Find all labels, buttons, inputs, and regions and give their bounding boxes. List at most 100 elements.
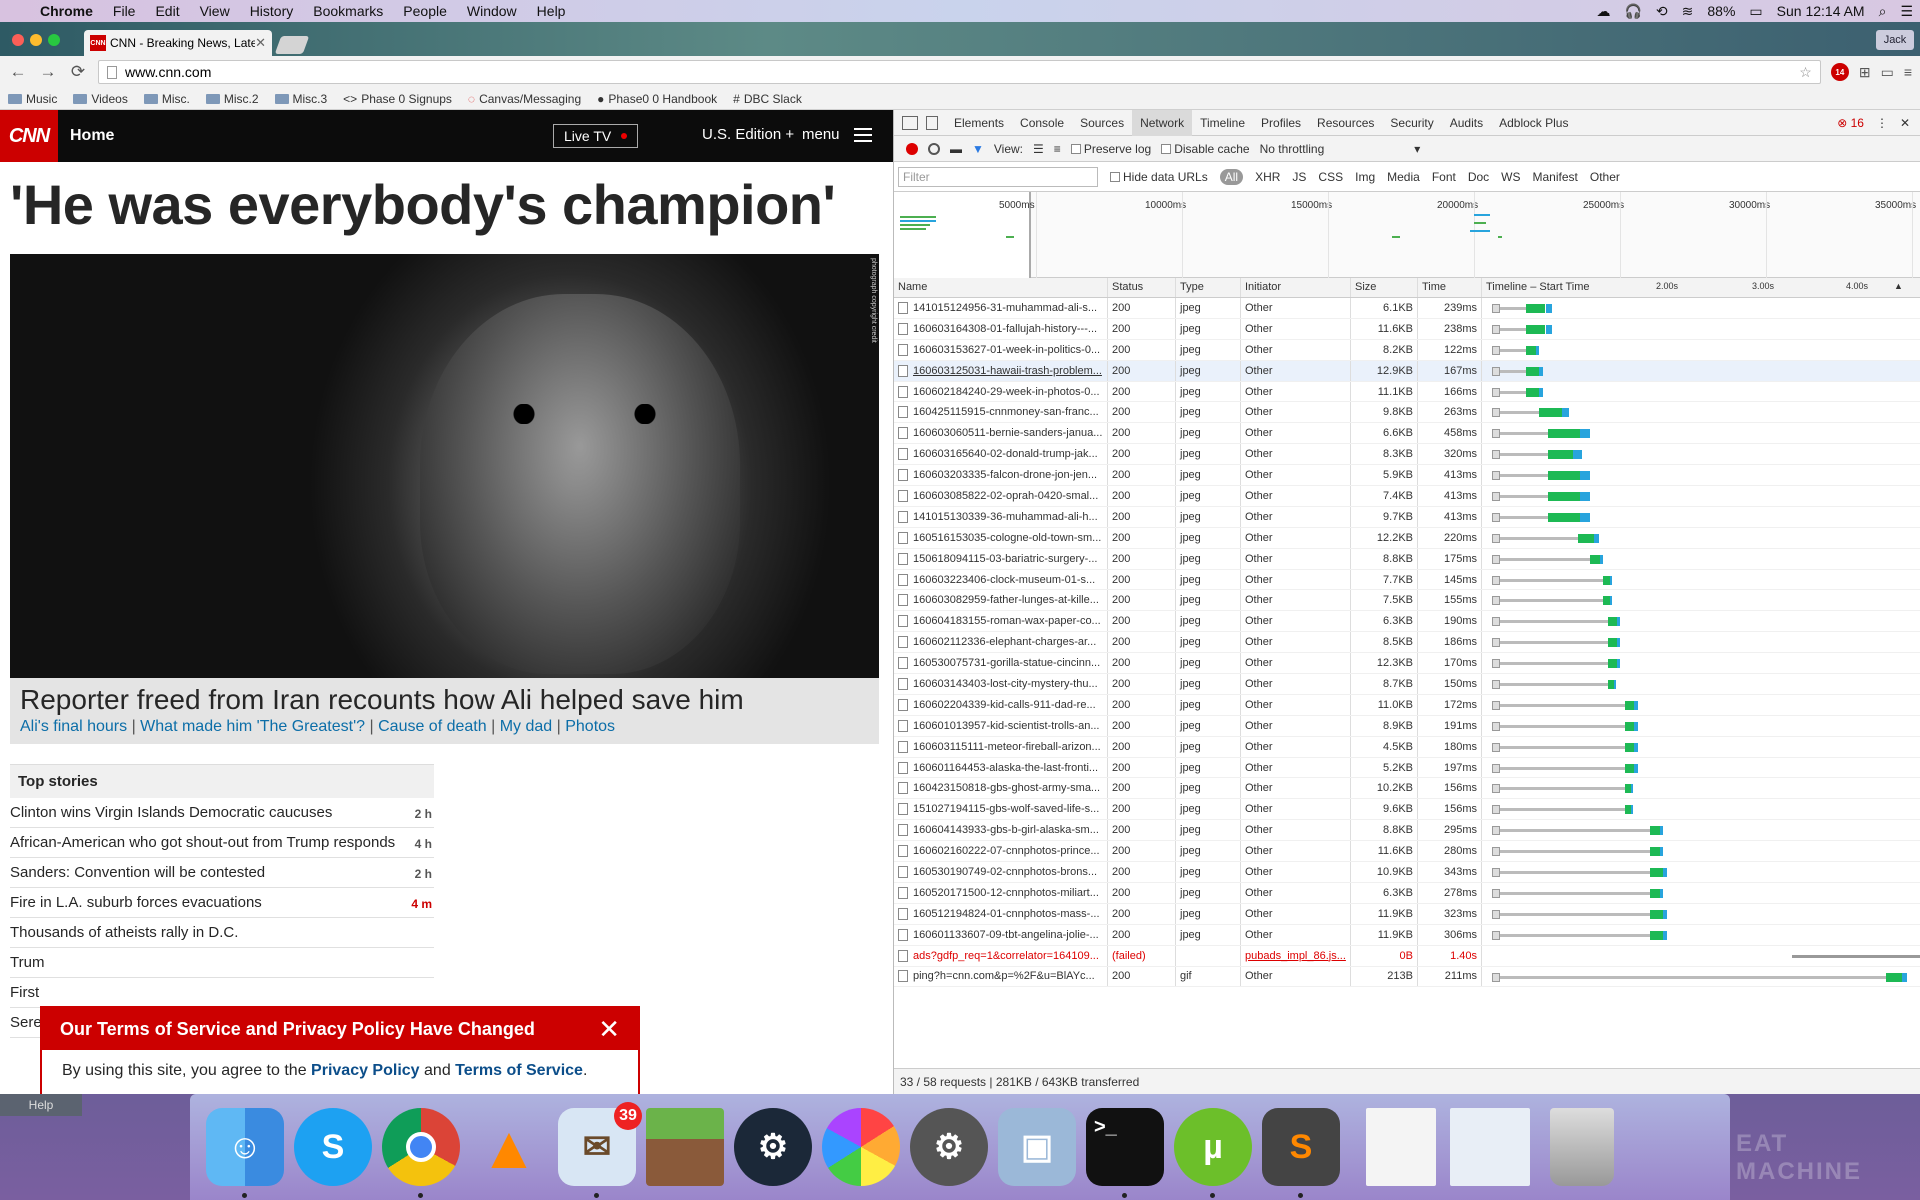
story-item[interactable]: African-American who got shout-out from … [10, 828, 434, 858]
close-devtools-icon[interactable]: ✕ [1900, 116, 1910, 130]
bookmark-star-icon[interactable]: ☆ [1799, 64, 1812, 81]
record-icon[interactable] [906, 142, 918, 155]
overview-icon[interactable]: ≡ [1054, 142, 1061, 156]
request-row[interactable]: 160603115111-meteor-fireball-arizon... 20… [894, 736, 1920, 758]
bookmark-phase0-handbook[interactable]: ● Phase0 0 Handbook [597, 92, 717, 106]
preview-icon[interactable]: ▣ [998, 1108, 1076, 1186]
request-row[interactable]: 160604143933-gbs-b-girl-alaska-sm... 200 j… [894, 820, 1920, 842]
mail-icon[interactable]: ✉ 39 [558, 1102, 642, 1198]
tab-elements[interactable]: Elements [946, 110, 1012, 136]
story-item[interactable]: First [10, 978, 434, 1008]
document-stack-icon[interactable] [1366, 1108, 1436, 1186]
request-row[interactable]: 160425115915-cnnmoney-san-franc... 200 jpe… [894, 402, 1920, 424]
bookmark-misc[interactable]: Misc. [143, 92, 190, 106]
story-item[interactable]: Clinton wins Virgin Islands Democratic c… [10, 798, 434, 828]
col-name[interactable]: Name [894, 278, 1108, 297]
nav-home-link[interactable]: Home [70, 127, 114, 145]
tab-timeline[interactable]: Timeline [1192, 110, 1253, 136]
hero-image[interactable]: photograph copyright credit [10, 254, 879, 678]
headphones-icon[interactable]: 🎧 [1617, 3, 1648, 20]
menu-edit[interactable]: Edit [145, 3, 189, 19]
type-filter-font[interactable]: Font [1432, 170, 1456, 184]
type-filter-ws[interactable]: WS [1501, 170, 1520, 184]
request-row[interactable]: 160603165640-02-donald-trump-jak... 200 jp… [894, 444, 1920, 466]
error-count-badge[interactable]: ⊗ 16 [1837, 116, 1864, 130]
tab-resources[interactable]: Resources [1309, 110, 1382, 136]
request-row[interactable]: 160602204339-kid-calls-911-dad-re... 200 j… [894, 694, 1920, 716]
sync-icon[interactable]: ⟲ [1649, 3, 1675, 20]
preserve-log-checkbox[interactable]: Preserve log [1070, 142, 1151, 156]
chrome-menu-icon[interactable]: ≡ [1904, 64, 1912, 80]
network-overview[interactable]: 5000ms 10000ms 15000ms 20000ms 25000ms 30000m… [894, 192, 1920, 278]
request-row[interactable]: 160603060511-bernie-sanders-janua... 200 j… [894, 423, 1920, 445]
menu-help[interactable]: Help [527, 3, 576, 19]
minimize-window-button[interactable] [30, 34, 42, 46]
type-filter-js[interactable]: JS [1292, 170, 1306, 184]
request-row[interactable]: 160530190749-02-cnnphotos-brons... 200 jpe… [894, 862, 1920, 883]
story-item[interactable]: Fire in L.A. suburb forces evacuations 4 … [10, 888, 434, 918]
request-row[interactable]: 160604183155-roman-wax-paper-co... 200 jpe… [894, 611, 1920, 633]
link-cause-of-death[interactable]: Cause of death [378, 718, 487, 735]
privacy-policy-link[interactable]: Privacy Policy [311, 1062, 420, 1079]
zoom-window-button[interactable] [48, 34, 60, 46]
downloads-stack-icon[interactable] [1450, 1108, 1530, 1186]
browser-tab[interactable]: CNN CNN - Breaking News, Latest ✕ [84, 30, 272, 56]
request-row[interactable]: 160603085822-02-oprah-0420-smal... 200 jpe… [894, 486, 1920, 507]
bookmark-dbc-slack[interactable]: # DBC Slack [733, 92, 802, 106]
vlc-icon[interactable]: ▲ [470, 1108, 548, 1186]
sort-arrow-icon[interactable]: ▲ [1894, 281, 1903, 291]
throttling-select[interactable]: No throttling ▾ [1260, 142, 1421, 156]
hide-data-urls-checkbox[interactable]: Hide data URLs [1110, 170, 1208, 184]
extension-icon[interactable]: ⊞ [1859, 64, 1871, 81]
adblock-plus-icon[interactable]: 14 [1830, 63, 1849, 81]
spotlight-icon[interactable]: ⌕ [1872, 3, 1894, 20]
request-row[interactable]: 160516153035-cologne-old-town-sm... 200 jp… [894, 527, 1920, 549]
steam-icon[interactable]: ⚙ [734, 1108, 812, 1186]
notification-center-icon[interactable]: ☰ [1893, 3, 1920, 20]
wifi-icon[interactable]: ≋ [1675, 3, 1701, 20]
request-row[interactable]: 160603125031-hawaii-trash-problem... 200 j… [894, 360, 1920, 382]
type-filter-xhr[interactable]: XHR [1255, 170, 1280, 184]
system-preferences-icon[interactable]: ⚙ [910, 1108, 988, 1186]
sublime-text-icon[interactable]: S [1262, 1108, 1340, 1198]
live-tv-button[interactable]: Live TV [553, 124, 639, 148]
tab-console[interactable]: Console [1012, 110, 1072, 136]
tab-security[interactable]: Security [1382, 110, 1441, 136]
menu-history[interactable]: History [240, 3, 304, 19]
request-row[interactable]: 160602184240-29-week-in-photos-0... 200 jp… [894, 381, 1920, 403]
filter-icon[interactable]: ▼ [972, 142, 984, 156]
request-row[interactable]: 160512194824-01-cnnphotos-mass-... 200 jpe… [894, 903, 1920, 925]
story-item[interactable]: Trum [10, 948, 434, 978]
menu-window[interactable]: Window [457, 3, 527, 19]
more-options-icon[interactable]: ⋮ [1876, 116, 1888, 130]
col-initiator[interactable]: Initiator [1241, 278, 1351, 297]
request-row[interactable]: 160603143403-lost-city-mystery-thu... 200… [894, 674, 1920, 695]
request-row[interactable]: 160602160222-07-cnnphotos-prince... 200 jp… [894, 841, 1920, 863]
clock[interactable]: Sun 12:14 AM [1770, 3, 1872, 19]
link-photos[interactable]: Photos [565, 718, 615, 735]
menu-people[interactable]: People [393, 3, 457, 19]
story-item[interactable]: Thousands of atheists rally in D.C. [10, 918, 434, 948]
request-row[interactable]: ads?gdfp_req=1&correlator=164109... (fail… [894, 945, 1920, 967]
type-filter-media[interactable]: Media [1387, 170, 1420, 184]
bookmark-canvas-messaging[interactable]: ◌ Canvas/Messaging [468, 92, 581, 106]
request-row[interactable]: 160603082959-father-lunges-at-kille... 20… [894, 590, 1920, 612]
type-filter-css[interactable]: CSS [1318, 170, 1343, 184]
story-item[interactable]: Sanders: Convention will be contested 2 h [10, 858, 434, 888]
type-filter-manifest[interactable]: Manifest [1533, 170, 1578, 184]
menu-view[interactable]: View [190, 3, 240, 19]
col-type[interactable]: Type [1176, 278, 1241, 297]
terminal-icon[interactable]: >_ [1086, 1108, 1164, 1198]
reload-icon[interactable]: ⟳ [68, 62, 88, 82]
bookmark-videos[interactable]: Videos [73, 92, 128, 106]
large-rows-icon[interactable]: ☰ [1033, 142, 1044, 156]
tab-sources[interactable]: Sources [1072, 110, 1132, 136]
request-row[interactable]: 141015130339-36-muhammad-ali-h... 200 jpeg… [894, 506, 1920, 528]
address-bar[interactable]: www.cnn.com ☆ [98, 60, 1821, 84]
bookmark-misc2[interactable]: Misc.2 [205, 92, 259, 106]
type-filter-other[interactable]: Other [1590, 170, 1620, 184]
bookmark-misc3[interactable]: Misc.3 [274, 92, 327, 106]
creative-cloud-icon[interactable]: ☁ [1589, 3, 1617, 20]
tab-adblock-plus[interactable]: Adblock Plus [1491, 110, 1576, 136]
close-window-button[interactable] [12, 34, 24, 46]
